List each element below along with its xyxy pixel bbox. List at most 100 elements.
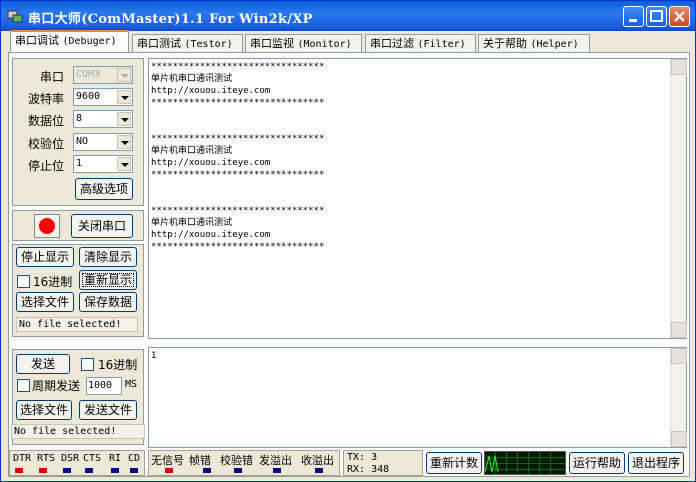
periodic-send-checkbox[interactable] (17, 379, 30, 392)
parity-select[interactable]: NO (73, 133, 133, 151)
period-unit-label: MS (125, 379, 138, 390)
line-status-led (39, 468, 47, 473)
send-hex-checkbox[interactable] (81, 358, 94, 371)
error-status-label: 帧错 (189, 454, 211, 467)
send-file-status: No file selected! (11, 424, 145, 439)
tab-label-en: (Helper) (530, 39, 579, 50)
send-choose-file-button[interactable]: 选择文件 (16, 400, 72, 420)
port-control-group: 关闭串口 (12, 210, 144, 241)
tab-testor[interactable]: 串口测试 (Testor) (132, 34, 243, 53)
periodic-send-label: 周期发送 (32, 379, 81, 393)
scroll-down-icon[interactable] (671, 322, 687, 338)
save-data-button[interactable]: 保存数据 (79, 292, 137, 312)
close-window-button[interactable] (669, 6, 690, 27)
send-text-area[interactable]: 1 (148, 347, 687, 448)
tab-label-en: (Monitor) (297, 39, 352, 50)
clear-display-button[interactable]: 清除显示 (79, 247, 137, 267)
baud-value: 9600 (76, 91, 101, 102)
advanced-options-button[interactable]: 高级选项 (75, 178, 133, 200)
error-status-led (165, 468, 173, 473)
scroll-down-icon[interactable] (671, 431, 687, 447)
receive-file-status: No file selected! (16, 317, 138, 332)
stop-display-button[interactable]: 停止显示 (16, 247, 74, 267)
app-icon (7, 10, 23, 23)
receive-text-area[interactable]: ******************************** 单片机串口通讯… (148, 58, 687, 339)
port-status-indicator (34, 214, 60, 238)
rx-count: RX: 348 (347, 464, 390, 475)
receive-hex-label: 16进制 (33, 275, 73, 289)
line-status-label: DTR (13, 453, 32, 464)
send-scrollbar[interactable] (670, 348, 687, 447)
line-status-label: RTS (37, 453, 56, 464)
receive-controls-group: 停止显示 清除显示 16进制 重新显示 选择文件 保存数据 No file se… (12, 244, 144, 337)
line-status-led (130, 468, 138, 473)
tab-label-en: (Debuger) (62, 36, 117, 47)
tab-label-en: (Testor) (184, 39, 233, 50)
reset-count-button[interactable]: 重新计数 (426, 452, 482, 474)
scroll-up-icon[interactable] (671, 59, 687, 75)
period-input[interactable]: 1000 (86, 377, 122, 395)
title-bar: 串口大师(ComMaster)1.1 For Win2k/XP (1, 1, 695, 31)
error-status-led (315, 468, 323, 473)
minimize-button[interactable] (623, 6, 644, 27)
settings-group: 串口 COM3 波特率 9600 数据位 8 校验位 NO 停止位 1 高级选项 (12, 58, 144, 206)
tab-label: 串口监视 (250, 37, 294, 50)
chevron-down-icon (117, 157, 131, 171)
receive-scrollbar[interactable] (670, 59, 687, 338)
line-status-box: DTR RTS DSR CTS RI CD (9, 450, 145, 476)
chevron-down-icon (117, 90, 131, 104)
receive-hex-checkbox[interactable] (17, 275, 30, 288)
stop-bits-label: 停止位 (28, 159, 65, 173)
error-status-label: 无信号 (151, 454, 184, 467)
redisplay-button[interactable]: 重新显示 (79, 270, 137, 290)
error-status-box: 无信号 帧错 校验错 发溢出 收溢出 (148, 450, 340, 476)
data-bits-select[interactable]: 8 (73, 110, 133, 128)
run-help-button[interactable]: 运行帮助 (569, 452, 625, 474)
counter-box: TX: 3 RX: 348 (343, 450, 423, 476)
line-status-led (85, 468, 93, 473)
maximize-button[interactable] (646, 6, 667, 27)
tab-label: 串口过滤 (370, 37, 414, 50)
activity-graph (484, 451, 566, 475)
baud-label: 波特率 (28, 92, 65, 106)
stop-bits-value: 1 (76, 158, 83, 169)
error-status-label: 校验错 (220, 454, 253, 467)
window-title: 串口大师(ComMaster)1.1 For Win2k/XP (28, 12, 313, 27)
tab-helper[interactable]: 关于帮助 (Helper) (478, 34, 590, 53)
error-status-label: 收溢出 (301, 454, 334, 467)
tab-monitor[interactable]: 串口监视 (Monitor) (245, 34, 362, 53)
error-status-led (273, 468, 281, 473)
stop-bits-select[interactable]: 1 (73, 155, 133, 173)
line-status-led (63, 468, 71, 473)
minimize-icon (629, 19, 637, 22)
send-button[interactable]: 发送 (16, 354, 70, 374)
tab-label-en: (Filter) (417, 39, 466, 50)
tab-debuger[interactable]: 串口调试 (Debuger) (10, 30, 129, 52)
parity-value: NO (76, 136, 89, 147)
parity-label: 校验位 (28, 137, 65, 151)
receive-choose-file-button[interactable]: 选择文件 (16, 292, 74, 312)
port-select[interactable]: COM3 (73, 66, 133, 84)
exit-button[interactable]: 退出程序 (628, 452, 684, 474)
close-port-button[interactable]: 关闭串口 (71, 214, 133, 238)
error-status-led (203, 468, 211, 473)
close-icon (674, 11, 685, 22)
send-hex-label: 16进制 (98, 358, 138, 372)
error-status-label: 发溢出 (259, 454, 292, 467)
line-status-led (111, 468, 119, 473)
line-status-label: RI (109, 453, 122, 464)
port-label: 串口 (40, 70, 65, 84)
scroll-up-icon[interactable] (671, 348, 687, 364)
send-file-button[interactable]: 发送文件 (79, 400, 137, 420)
baud-select[interactable]: 9600 (73, 88, 133, 106)
data-bits-value: 8 (76, 113, 83, 124)
record-icon (39, 218, 55, 234)
send-controls-group: 发送 16进制 周期发送 1000 MS 选择文件 发送文件 No file s… (11, 349, 145, 445)
tab-label: 关于帮助 (483, 37, 527, 50)
tab-label: 串口调试 (15, 34, 59, 47)
line-status-label: DSR (61, 453, 80, 464)
line-status-label: CD (128, 453, 141, 464)
tab-filter[interactable]: 串口过滤 (Filter) (365, 34, 476, 53)
activity-graph-icon (484, 452, 565, 474)
line-status-label: CTS (83, 453, 102, 464)
